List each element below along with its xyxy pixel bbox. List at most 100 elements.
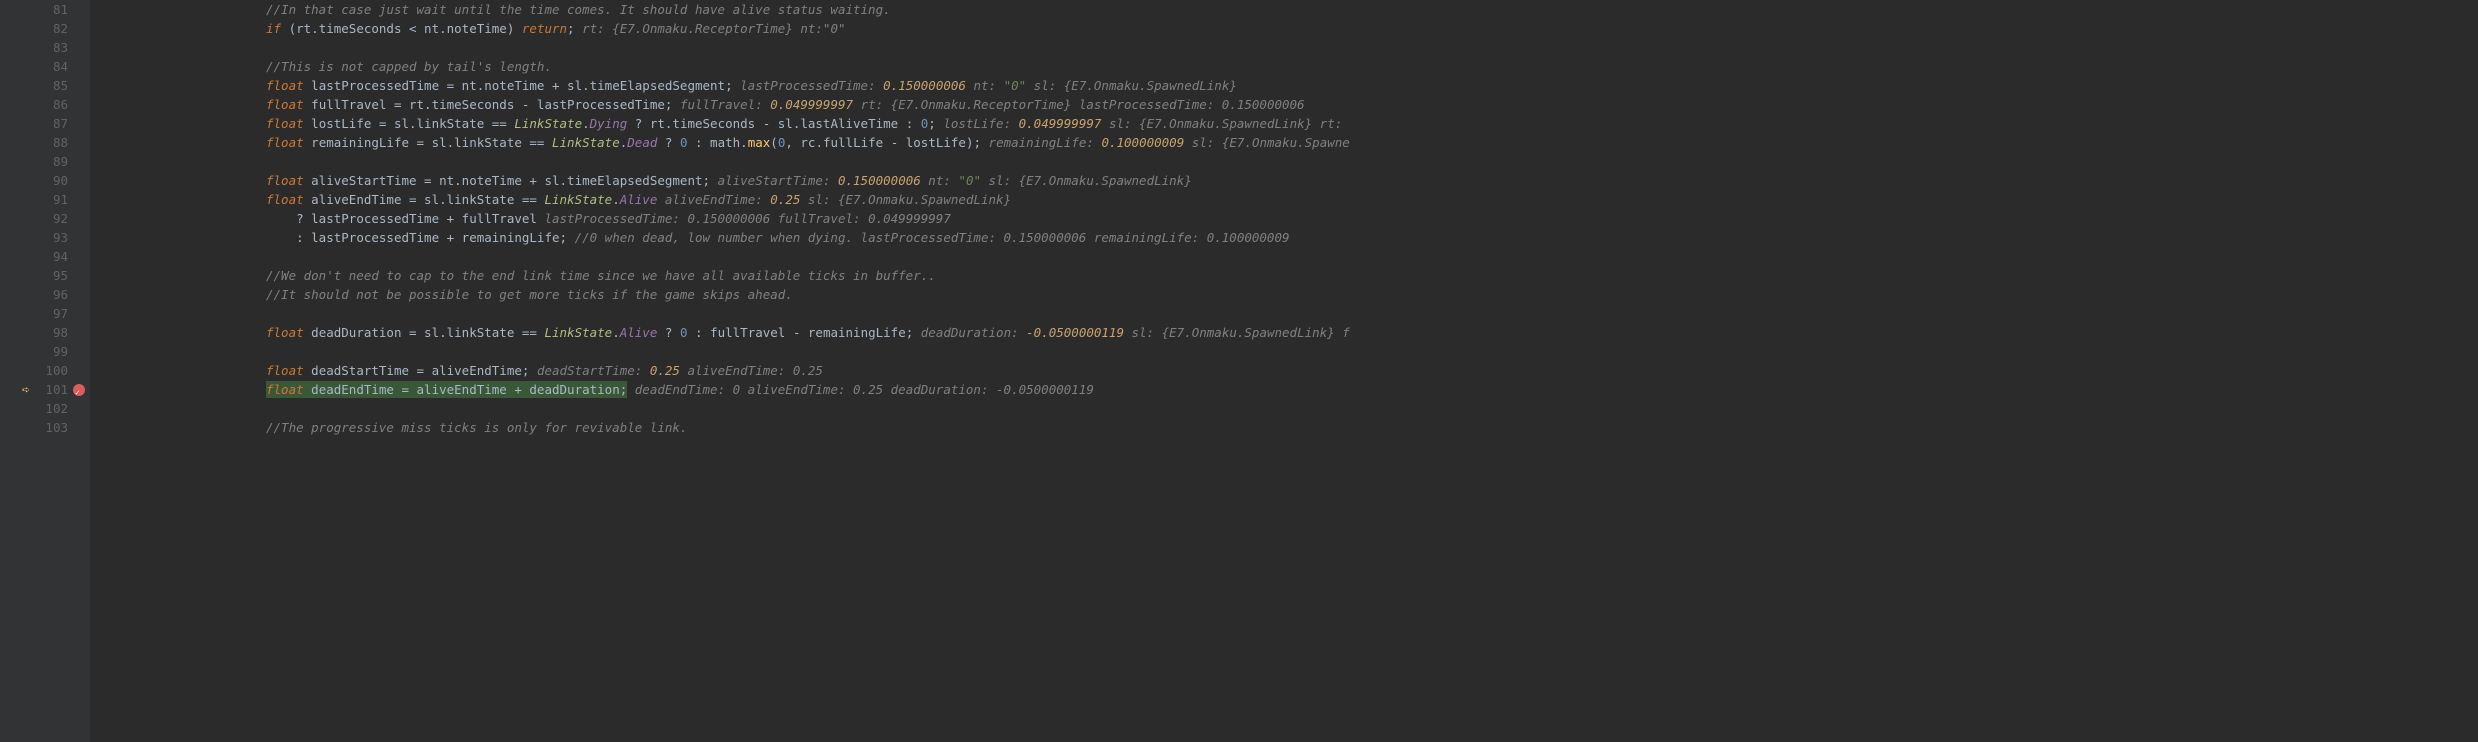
- line-number[interactable]: 93: [0, 228, 90, 247]
- line-number[interactable]: 86: [0, 95, 90, 114]
- line-number[interactable]: 98: [0, 323, 90, 342]
- code-line[interactable]: [90, 342, 2478, 361]
- token-ann: aliveEndTime:: [665, 192, 770, 207]
- code-line[interactable]: float aliveEndTime = sl.linkState == Lin…: [90, 190, 2478, 209]
- code-line[interactable]: //This is not capped by tail's length.: [90, 57, 2478, 76]
- code-line[interactable]: //In that case just wait until the time …: [90, 0, 2478, 19]
- token-fn: max: [748, 135, 771, 150]
- token-kw: float: [266, 363, 304, 378]
- line-number[interactable]: 88: [0, 133, 90, 152]
- line-number[interactable]: 89: [0, 152, 90, 171]
- code-line[interactable]: float lostLife = sl.linkState == LinkSta…: [90, 114, 2478, 133]
- code-area[interactable]: //In that case just wait until the time …: [90, 0, 2478, 742]
- token-ann-val: 0.100000009: [1101, 135, 1184, 150]
- code-line[interactable]: float lastProcessedTime = nt.noteTime + …: [90, 76, 2478, 95]
- token-ann: lastProcessedTime:: [740, 78, 883, 93]
- line-number[interactable]: 96: [0, 285, 90, 304]
- code-line[interactable]: [90, 152, 2478, 171]
- token-op: ? rt.timeSeconds - sl.lastAliveTime :: [627, 116, 921, 131]
- line-number[interactable]: 95: [0, 266, 90, 285]
- code-line[interactable]: //We don't need to cap to the end link t…: [90, 266, 2478, 285]
- line-number[interactable]: 85: [0, 76, 90, 95]
- token-ann: sl: {E7.Onmaku.SpawnedLink} f: [1124, 325, 1350, 340]
- code-line[interactable]: ? lastProcessedTime + fullTravel lastPro…: [90, 209, 2478, 228]
- token-com: //We don't need to cap to the end link t…: [266, 268, 936, 283]
- token-op: deadStartTime = aliveEndTime;: [304, 363, 537, 378]
- token-kw: float: [266, 173, 304, 188]
- token-ann: lastProcessedTime: 0.150000006 fullTrave…: [544, 211, 950, 226]
- line-number[interactable]: 103: [0, 418, 90, 437]
- token-ann: aliveStartTime:: [718, 173, 838, 188]
- token-op: lostLife = sl.linkState ==: [304, 116, 515, 131]
- token-ann: nt:: [921, 173, 959, 188]
- token-op: (: [770, 135, 778, 150]
- token-ann: nt:: [966, 78, 1004, 93]
- token-ann-str: "0": [958, 173, 981, 188]
- token-ann-val: 0.150000006: [838, 173, 921, 188]
- token-ann: sl: {E7.Onmaku.SpawnedLink}: [1026, 78, 1237, 93]
- line-number[interactable]: 87: [0, 114, 90, 133]
- breakpoint-icon[interactable]: [73, 384, 85, 396]
- line-number[interactable]: 90: [0, 171, 90, 190]
- token-op: .: [582, 116, 590, 131]
- token-op: : fullTravel - remainingLife;: [687, 325, 920, 340]
- token-ann: deadStartTime:: [537, 363, 650, 378]
- code-line[interactable]: if (rt.timeSeconds < nt.noteTime) return…: [90, 19, 2478, 38]
- token-ann: sl: {E7.Onmaku.Spawne: [1184, 135, 1350, 150]
- code-line[interactable]: : lastProcessedTime + remainingLife; //0…: [90, 228, 2478, 247]
- code-line[interactable]: [90, 399, 2478, 418]
- token-enum: Alive: [620, 192, 658, 207]
- token-op: lastProcessedTime = nt.noteTime + sl.tim…: [304, 78, 741, 93]
- token-enum: Dead: [627, 135, 657, 150]
- token-ann: lastProcessedTime: 0.150000006 remaining…: [853, 230, 1290, 245]
- token-op: aliveEndTime = sl.linkState ==: [304, 192, 545, 207]
- token-op: : math.: [687, 135, 747, 150]
- token-enum: Dying: [590, 116, 628, 131]
- line-number[interactable]: 99: [0, 342, 90, 361]
- token-ann-val: 0.25: [650, 363, 680, 378]
- line-number[interactable]: 92: [0, 209, 90, 228]
- line-number[interactable]: 84: [0, 57, 90, 76]
- token-op: remainingLife = sl.linkState ==: [304, 135, 552, 150]
- line-number[interactable]: 102: [0, 399, 90, 418]
- code-line[interactable]: float remainingLife = sl.linkState == Li…: [90, 133, 2478, 152]
- gutter[interactable]: 8182838485868788899091929394959697989910…: [0, 0, 90, 742]
- line-number[interactable]: 81: [0, 0, 90, 19]
- code-line[interactable]: //The progressive miss ticks is only for…: [90, 418, 2478, 437]
- token-com: //In that case just wait until the time …: [266, 2, 891, 17]
- token-op: aliveStartTime = nt.noteTime + sl.timeEl…: [304, 173, 718, 188]
- token-op: ? lastProcessedTime + fullTravel: [296, 211, 544, 226]
- line-number[interactable]: 91: [0, 190, 90, 209]
- code-line[interactable]: [90, 38, 2478, 57]
- token-kw: float: [266, 78, 304, 93]
- line-number[interactable]: 100: [0, 361, 90, 380]
- line-number[interactable]: 82: [0, 19, 90, 38]
- line-number[interactable]: 94: [0, 247, 90, 266]
- code-line[interactable]: float deadEndTime = aliveEndTime + deadD…: [90, 380, 2478, 399]
- token-ns: LinkState: [514, 116, 582, 131]
- token-kw: float: [266, 97, 304, 112]
- line-number[interactable]: 97: [0, 304, 90, 323]
- code-line[interactable]: [90, 247, 2478, 266]
- token-ann-str: "0": [1004, 78, 1027, 93]
- code-line[interactable]: //It should not be possible to get more …: [90, 285, 2478, 304]
- code-line[interactable]: float fullTravel = rt.timeSeconds - last…: [90, 95, 2478, 114]
- line-number[interactable]: 101➪: [0, 380, 90, 399]
- token-op: [627, 382, 635, 397]
- token-ns: LinkState: [552, 135, 620, 150]
- breakpoint-marker[interactable]: ➪: [70, 380, 88, 399]
- token-op: (rt.timeSeconds < nt.noteTime): [281, 21, 522, 36]
- code-line[interactable]: float aliveStartTime = nt.noteTime + sl.…: [90, 171, 2478, 190]
- token-op: deadEndTime = aliveEndTime + deadDuratio…: [304, 382, 628, 397]
- token-op: ?: [657, 135, 680, 150]
- code-line[interactable]: [90, 304, 2478, 323]
- code-line[interactable]: float deadDuration = sl.linkState == Lin…: [90, 323, 2478, 342]
- token-op: .: [612, 192, 620, 207]
- token-ann: remainingLife:: [989, 135, 1102, 150]
- line-number[interactable]: 83: [0, 38, 90, 57]
- token-ann: rt: {E7.Onmaku.ReceptorTime} lastProcess…: [853, 97, 1305, 112]
- token-com: //0 when dead, low number when dying.: [575, 230, 853, 245]
- token-ann-val: 0.049999997: [770, 97, 853, 112]
- token-com: //It should not be possible to get more …: [266, 287, 793, 302]
- code-line[interactable]: float deadStartTime = aliveEndTime; dead…: [90, 361, 2478, 380]
